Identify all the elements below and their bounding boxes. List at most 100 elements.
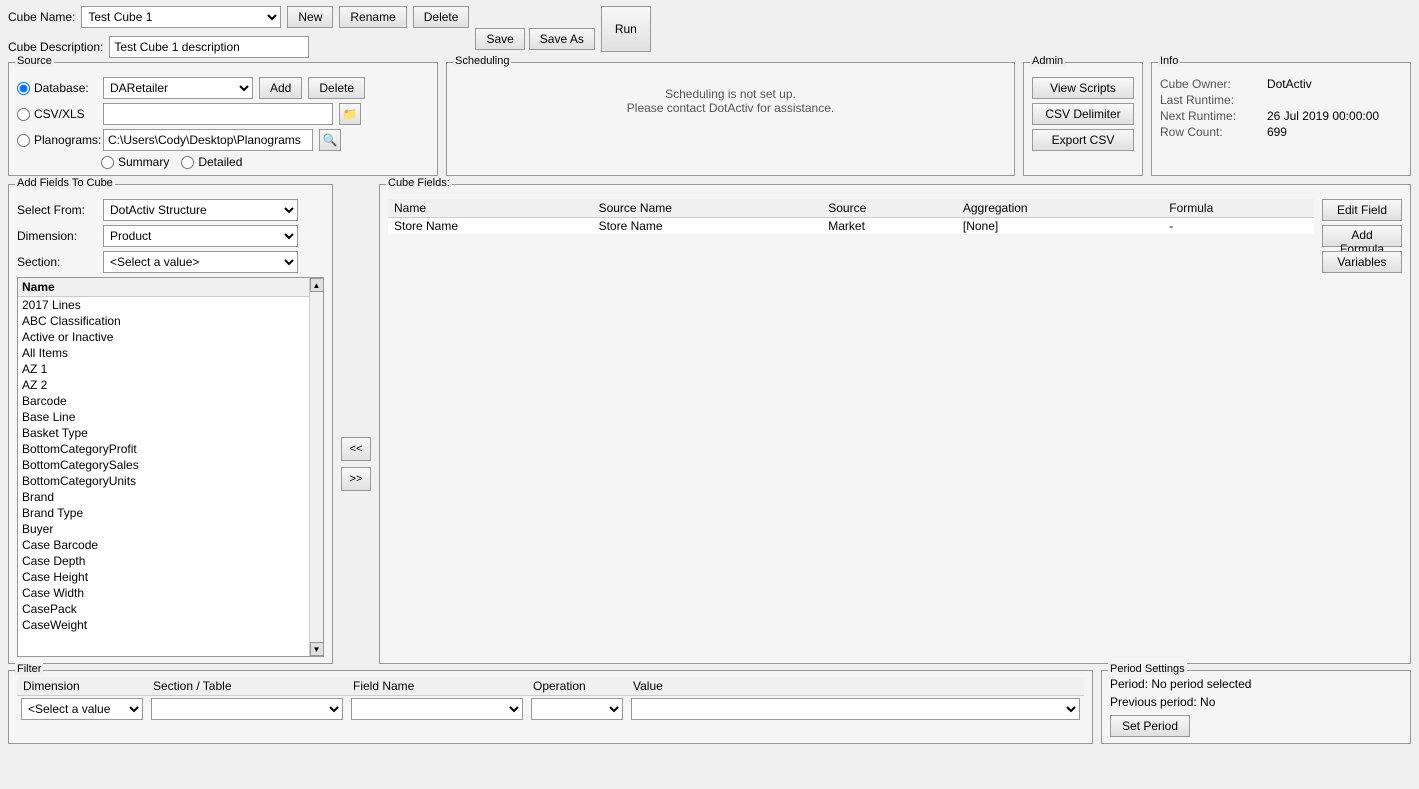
cube-desc-label: Cube Description:: [8, 40, 103, 54]
list-item[interactable]: Case Height: [18, 569, 309, 585]
summary-radio[interactable]: [101, 156, 114, 169]
col-source-name: Source Name: [593, 199, 823, 218]
database-radio-label[interactable]: Database:: [17, 81, 97, 95]
list-item[interactable]: BottomCategorySales: [18, 457, 309, 473]
transfer-right-button[interactable]: >>: [341, 467, 371, 491]
filter-col-field: Field Name: [347, 677, 527, 696]
source-delete-button[interactable]: Delete: [308, 77, 365, 99]
list-item[interactable]: ABC Classification: [18, 313, 309, 329]
csv-file-button[interactable]: 📁: [339, 103, 361, 125]
add-fields-title: Add Fields To Cube: [15, 177, 115, 189]
list-item[interactable]: AZ 2: [18, 377, 309, 393]
rename-button[interactable]: Rename: [339, 6, 406, 28]
add-button[interactable]: Add: [259, 77, 302, 99]
scroll-up-arrow[interactable]: ▲: [310, 278, 324, 292]
csv-path-input[interactable]: [103, 103, 333, 125]
planograms-radio[interactable]: [17, 134, 30, 147]
cube-fields-title: Cube Fields:: [386, 177, 452, 189]
col-source: Source: [822, 199, 957, 218]
list-item[interactable]: Base Line: [18, 409, 309, 425]
list-item[interactable]: Basket Type: [18, 425, 309, 441]
save-button[interactable]: Save: [475, 28, 524, 50]
filter-col-value: Value: [627, 677, 1084, 696]
run-button[interactable]: Run: [601, 6, 651, 52]
list-item[interactable]: Barcode: [18, 393, 309, 409]
delete-button[interactable]: Delete: [413, 6, 470, 28]
database-dropdown[interactable]: DARetailer: [103, 77, 253, 99]
filter-col-dimension: Dimension: [17, 677, 147, 696]
list-item[interactable]: Active or Inactive: [18, 329, 309, 345]
cube-owner-value: DotActiv: [1267, 77, 1402, 91]
last-runtime-value: [1267, 93, 1402, 107]
summary-option[interactable]: Summary: [101, 155, 169, 169]
col-name: Name: [388, 199, 593, 218]
filter-table: Dimension Section / Table Field Name Ope…: [17, 677, 1084, 722]
save-as-button[interactable]: Save As: [529, 28, 595, 50]
cube-owner-label: Cube Owner:: [1160, 77, 1259, 91]
list-item[interactable]: Case Width: [18, 585, 309, 601]
col-formula: Formula: [1163, 199, 1314, 218]
set-period-button[interactable]: Set Period: [1110, 715, 1190, 737]
last-runtime-label: Last Runtime:: [1160, 93, 1259, 107]
edit-field-button[interactable]: Edit Field: [1322, 199, 1402, 221]
cube-desc-input[interactable]: [109, 36, 309, 58]
transfer-left-button[interactable]: <<: [341, 437, 371, 461]
planograms-file-button[interactable]: 🔍: [319, 129, 341, 151]
search-icon: 🔍: [323, 133, 338, 147]
admin-panel-title: Admin: [1030, 55, 1065, 67]
list-scrollbar[interactable]: ▲ ▼: [309, 278, 323, 656]
detailed-option[interactable]: Detailed: [181, 155, 242, 169]
cube-name-label: Cube Name:: [8, 10, 75, 24]
csv-radio-label[interactable]: CSV/XLS: [17, 107, 97, 121]
table-row: Store NameStore NameMarket[None]-: [388, 218, 1314, 235]
filter-section-select[interactable]: [151, 698, 343, 720]
info-panel-title: Info: [1158, 55, 1180, 67]
planograms-path-input[interactable]: [103, 129, 313, 151]
next-runtime-value: 26 Jul 2019 00:00:00: [1267, 109, 1402, 123]
list-item[interactable]: Case Depth: [18, 553, 309, 569]
view-scripts-button[interactable]: View Scripts: [1032, 77, 1134, 99]
filter-operation-select[interactable]: [531, 698, 623, 720]
filter-col-section: Section / Table: [147, 677, 347, 696]
name-list-header: Name: [18, 278, 309, 297]
list-item[interactable]: Brand: [18, 489, 309, 505]
section-dropdown[interactable]: <Select a value>: [103, 251, 298, 273]
detailed-radio[interactable]: [181, 156, 194, 169]
list-item[interactable]: BottomCategoryUnits: [18, 473, 309, 489]
database-radio[interactable]: [17, 82, 30, 95]
export-csv-button[interactable]: Export CSV: [1032, 129, 1134, 151]
list-item[interactable]: CaseWeight: [18, 617, 309, 633]
list-item[interactable]: Case Barcode: [18, 537, 309, 553]
dimension-dropdown[interactable]: Product: [103, 225, 298, 247]
name-list: 2017 LinesABC ClassificationActive or In…: [18, 297, 309, 656]
filter-field-select[interactable]: [351, 698, 523, 720]
list-item[interactable]: All Items: [18, 345, 309, 361]
filter-value-select[interactable]: [631, 698, 1080, 720]
col-aggregation: Aggregation: [957, 199, 1163, 218]
list-item[interactable]: Brand Type: [18, 505, 309, 521]
list-item[interactable]: BottomCategoryProfit: [18, 441, 309, 457]
cube-fields-table: Name Source Name Source Aggregation Form…: [388, 199, 1314, 234]
period-label: Period: No period selected: [1110, 677, 1402, 691]
previous-period-label: Previous period: No: [1110, 695, 1402, 709]
row-count-value: 699: [1267, 125, 1402, 139]
scheduling-panel-title: Scheduling: [453, 55, 511, 67]
section-label: Section:: [17, 255, 97, 269]
select-from-label: Select From:: [17, 203, 97, 217]
list-item[interactable]: 2017 Lines: [18, 297, 309, 313]
planograms-radio-label[interactable]: Planograms:: [17, 133, 97, 147]
add-formula-button[interactable]: Add Formula: [1322, 225, 1402, 247]
csv-radio[interactable]: [17, 108, 30, 121]
scroll-down-arrow[interactable]: ▼: [310, 642, 324, 656]
filter-col-operation: Operation: [527, 677, 627, 696]
row-count-label: Row Count:: [1160, 125, 1259, 139]
variables-button[interactable]: Variables: [1322, 251, 1402, 273]
list-item[interactable]: Buyer: [18, 521, 309, 537]
csv-delimiter-button[interactable]: CSV Delimiter: [1032, 103, 1134, 125]
filter-dimension-select[interactable]: <Select a value: [21, 698, 143, 720]
new-button[interactable]: New: [287, 6, 333, 28]
cube-name-dropdown[interactable]: Test Cube 1: [81, 6, 281, 28]
select-from-dropdown[interactable]: DotActiv Structure: [103, 199, 298, 221]
list-item[interactable]: AZ 1: [18, 361, 309, 377]
list-item[interactable]: CasePack: [18, 601, 309, 617]
